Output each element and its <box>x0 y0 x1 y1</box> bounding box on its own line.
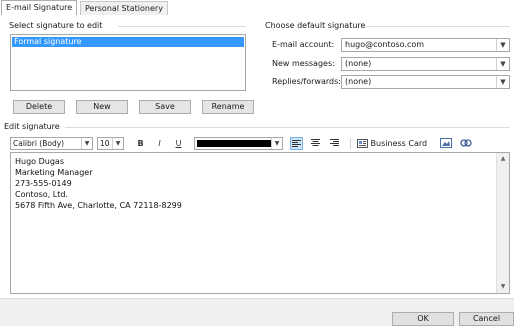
rename-button[interactable]: Rename <box>202 100 254 114</box>
signature-list[interactable]: Formal signature <box>10 34 246 91</box>
insert-picture-button[interactable] <box>438 136 453 151</box>
list-item[interactable]: Formal signature <box>12 37 244 47</box>
scroll-down-icon[interactable]: ▼ <box>497 281 509 293</box>
select-signature-label: Select signature to edit <box>9 21 103 30</box>
font-select[interactable]: Calibri (Body) ▼ <box>10 137 93 150</box>
toolbar-separator <box>350 138 351 149</box>
editor-scrollbar[interactable]: ▲ ▼ <box>496 153 509 293</box>
ok-button-label: OK <box>417 314 429 323</box>
divider <box>65 127 510 128</box>
tab-strip: E-mail Signature Personal Stationery <box>0 0 514 16</box>
chevron-down-icon: ▼ <box>496 76 509 88</box>
align-right-icon <box>330 139 339 146</box>
replies-forwards-label: Replies/forwards: <box>272 77 341 86</box>
chevron-down-icon: ▼ <box>271 138 282 149</box>
chevron-down-icon: ▼ <box>496 39 509 51</box>
ok-button[interactable]: OK <box>392 312 454 326</box>
insert-hyperlink-button[interactable] <box>458 136 473 151</box>
default-signature-label: Choose default signature <box>265 21 366 30</box>
picture-icon <box>439 138 452 148</box>
replies-forwards-select[interactable]: (none) ▼ <box>341 75 510 89</box>
divider <box>118 26 246 27</box>
email-account-value: hugo@contoso.com <box>345 40 425 49</box>
new-messages-value: (none) <box>345 59 372 68</box>
signature-line: Contoso, Ltd. <box>15 190 68 199</box>
italic-icon: I <box>158 139 161 148</box>
italic-button[interactable]: I <box>153 137 166 150</box>
edit-signature-label: Edit signature <box>4 122 60 131</box>
align-left-button[interactable] <box>290 137 303 150</box>
font-size-value: 10 <box>100 139 110 148</box>
underline-button[interactable]: U <box>172 137 185 150</box>
new-messages-select[interactable]: (none) ▼ <box>341 57 510 71</box>
new-button-label: New <box>93 102 111 111</box>
email-account-label: E-mail account: <box>272 40 335 49</box>
business-card-icon <box>357 139 368 148</box>
divider <box>366 26 510 27</box>
tab-personal-stationery-label: Personal Stationery <box>85 4 163 13</box>
dialog-footer: OK Cancel <box>0 298 514 326</box>
new-button[interactable]: New <box>76 100 128 114</box>
business-card-label: Business Card <box>370 139 428 148</box>
delete-button[interactable]: Delete <box>13 100 65 114</box>
rename-button-label: Rename <box>211 102 245 111</box>
new-messages-label: New messages: <box>272 59 335 68</box>
chevron-down-icon: ▼ <box>81 138 92 149</box>
align-right-button[interactable] <box>328 137 341 150</box>
color-swatch <box>197 140 271 147</box>
tab-email-signature[interactable]: E-mail Signature <box>1 0 78 16</box>
replies-forwards-value: (none) <box>345 77 372 86</box>
email-account-select[interactable]: hugo@contoso.com ▼ <box>341 38 510 52</box>
bold-button[interactable]: B <box>134 137 147 150</box>
tab-personal-stationery[interactable]: Personal Stationery <box>80 1 168 15</box>
business-card-button[interactable]: Business Card <box>357 137 427 150</box>
save-button[interactable]: Save <box>139 100 191 114</box>
signature-editor[interactable]: Hugo Dugas Marketing Manager 273-555-014… <box>10 152 510 294</box>
align-left-icon <box>292 140 301 147</box>
delete-button-label: Delete <box>25 102 53 111</box>
font-color-select[interactable]: ▼ <box>194 137 283 150</box>
font-value: Calibri (Body) <box>13 139 65 148</box>
align-center-button[interactable] <box>309 137 322 150</box>
tab-email-signature-label: E-mail Signature <box>6 3 73 12</box>
font-size-select[interactable]: 10 ▼ <box>97 137 124 150</box>
signature-line: Hugo Dugas <box>15 157 64 166</box>
save-button-label: Save <box>155 102 175 111</box>
hyperlink-icon <box>459 139 472 147</box>
bold-icon: B <box>137 139 144 148</box>
chevron-down-icon: ▼ <box>496 58 509 70</box>
signature-line: Marketing Manager <box>15 168 93 177</box>
signature-line: 273-555-0149 <box>15 179 72 188</box>
underline-icon: U <box>175 139 182 148</box>
signature-line: 5678 Fifth Ave, Charlotte, CA 72118-8299 <box>15 201 182 210</box>
chevron-down-icon: ▼ <box>112 138 123 149</box>
cancel-button-label: Cancel <box>472 314 501 323</box>
cancel-button[interactable]: Cancel <box>459 312 514 326</box>
align-center-icon <box>311 139 320 146</box>
scroll-up-icon[interactable]: ▲ <box>497 153 509 165</box>
